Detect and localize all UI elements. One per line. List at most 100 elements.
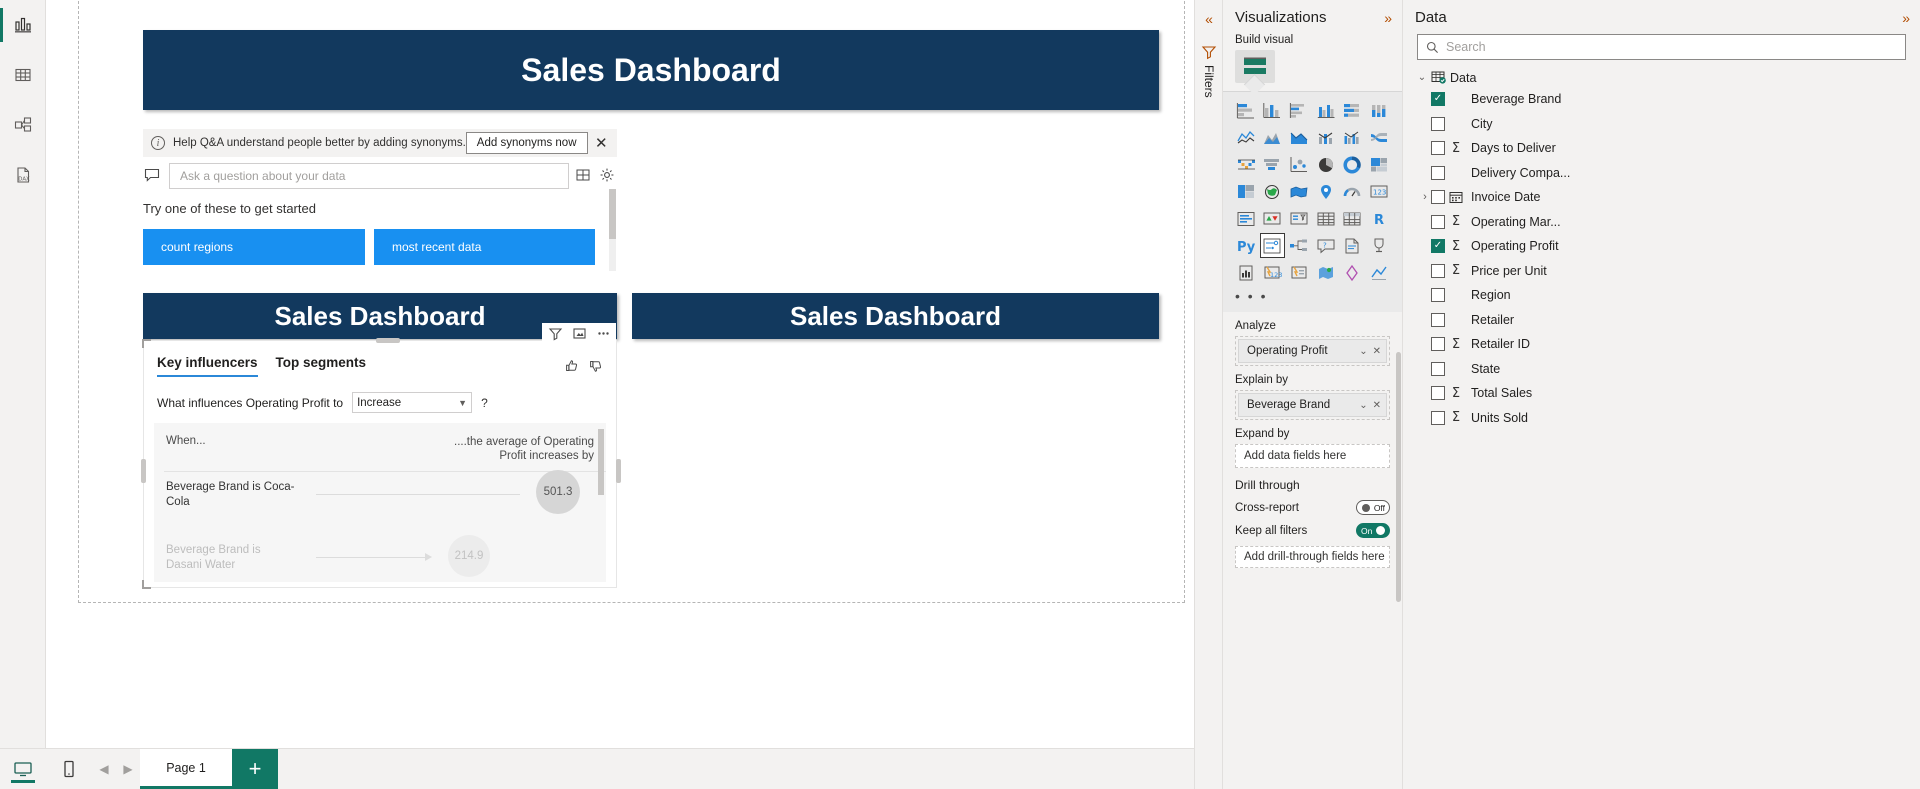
field-checkbox[interactable] (1431, 386, 1445, 401)
paginated-report-icon[interactable] (1233, 260, 1259, 285)
direction-select[interactable]: Increase ▼ (352, 392, 473, 413)
data-field-item[interactable]: Σ Operating Mar... (1403, 210, 1920, 235)
chevron-down-icon[interactable]: ⌄ (1359, 400, 1367, 411)
data-search-input[interactable]: Search (1417, 34, 1906, 60)
chevron-down-icon[interactable]: ⌄ (1413, 72, 1431, 83)
clustered-bar-chart-icon[interactable] (1286, 98, 1312, 123)
next-page-icon[interactable]: ▶ (116, 749, 140, 789)
donut-chart-icon[interactable] (1340, 152, 1366, 177)
field-checkbox[interactable] (1431, 190, 1445, 205)
add-page-button[interactable]: + (232, 749, 278, 789)
keep-all-filters-toggle[interactable]: On (1356, 523, 1390, 538)
resize-handle-left[interactable] (141, 459, 146, 483)
drill-through-well[interactable]: Add drill-through fields here (1235, 546, 1390, 568)
data-field-item[interactable]: Σ Total Sales (1403, 381, 1920, 406)
data-field-item[interactable]: Σ Units Sold (1403, 406, 1920, 431)
expand-pane-icon[interactable]: » (1384, 10, 1392, 26)
field-checkbox[interactable] (1431, 361, 1445, 376)
stacked-area-chart-icon[interactable] (1286, 125, 1312, 150)
tab-key-influencers[interactable]: Key influencers (157, 355, 258, 377)
more-options-icon[interactable] (592, 324, 614, 342)
influencer-row[interactable]: Beverage Brand is Coca-Cola 501.3 (166, 470, 600, 542)
key-influencers-icon[interactable] (1259, 233, 1286, 258)
clustered-column-chart-icon[interactable] (1313, 98, 1339, 123)
slicer-icon[interactable] (1286, 206, 1312, 231)
area-chart-icon[interactable] (1260, 125, 1286, 150)
expand-field-icon[interactable]: › (1417, 185, 1433, 209)
map-icon[interactable] (1233, 179, 1259, 204)
key-influencers-visual[interactable]: Key influencers Top segments What influe… (141, 323, 621, 589)
thumbs-up-icon[interactable] (565, 359, 579, 378)
banner-main[interactable]: Sales Dashboard (143, 30, 1159, 110)
explain-by-field-pill[interactable]: Beverage Brand ⌄ ✕ (1238, 393, 1387, 417)
influencer-value-bubble[interactable]: 501.3 (536, 470, 580, 514)
field-checkbox[interactable] (1431, 410, 1445, 425)
mobile-layout-icon[interactable] (46, 749, 92, 789)
influencer-row[interactable]: Beverage Brand is Dasani Water 214.9 (166, 535, 600, 582)
data-field-item[interactable]: Σ Days to Deliver (1403, 136, 1920, 161)
100-stacked-bar-chart-icon[interactable] (1340, 98, 1366, 123)
data-field-item[interactable]: Delivery Compa... (1403, 161, 1920, 186)
visualizations-pane-scrollbar[interactable] (1396, 352, 1401, 602)
page-tab-page-1[interactable]: Page 1 (140, 749, 232, 789)
expand-by-well[interactable]: Add data fields here (1235, 444, 1390, 468)
cross-report-toggle[interactable]: Off (1356, 500, 1390, 515)
analyze-field-pill[interactable]: Operating Profit ⌄ ✕ (1238, 339, 1387, 363)
filters-pane-toggle[interactable]: Filters (1195, 44, 1223, 98)
dax-query-view-icon[interactable]: DAX (0, 150, 46, 200)
pie-chart-icon[interactable] (1313, 152, 1339, 177)
field-checkbox[interactable] (1431, 214, 1445, 229)
qa-suggestion-chip[interactable]: most recent data (374, 229, 595, 265)
filled-map-icon[interactable] (1260, 179, 1286, 204)
data-tree-root[interactable]: ⌄ Data (1403, 68, 1920, 87)
field-checkbox[interactable] (1431, 92, 1445, 107)
ribbon-chart-icon[interactable] (1366, 125, 1392, 150)
banner-right[interactable]: Sales Dashboard (632, 293, 1159, 339)
data-field-item[interactable]: Invoice Date (1403, 185, 1920, 210)
resize-corner-top-left[interactable] (142, 339, 151, 348)
focus-mode-icon[interactable] (568, 324, 590, 342)
data-field-item[interactable]: Σ Price per Unit (1403, 259, 1920, 284)
resize-handle-top[interactable] (376, 338, 400, 343)
field-checkbox[interactable] (1431, 239, 1445, 254)
qa-visual-convert-icon[interactable] (575, 167, 593, 185)
filter-icon[interactable] (544, 324, 566, 342)
data-field-item[interactable]: Retailer (1403, 308, 1920, 333)
report-page[interactable]: Sales Dashboard i Help Q&A understand pe… (78, 0, 1185, 603)
arcgis-maps-icon[interactable] (1313, 260, 1339, 285)
thumbs-down-icon[interactable] (589, 359, 603, 378)
close-icon[interactable]: ✕ (594, 132, 609, 154)
get-more-visuals-icon[interactable] (1340, 260, 1366, 285)
resize-handle-right[interactable] (616, 459, 621, 483)
table-icon[interactable] (1313, 206, 1339, 231)
gauge-icon[interactable] (1340, 179, 1366, 204)
data-field-item[interactable]: Beverage Brand (1403, 87, 1920, 112)
field-checkbox[interactable] (1431, 116, 1445, 131)
line-and-column-icon[interactable] (1366, 260, 1392, 285)
line-stacked-column-chart-icon[interactable] (1313, 125, 1339, 150)
100-stacked-column-chart-icon[interactable] (1366, 98, 1392, 123)
data-field-item[interactable]: State (1403, 357, 1920, 382)
qa-scrollbar[interactable] (609, 189, 616, 271)
collapse-pane-icon[interactable]: « (1195, 0, 1223, 38)
card-icon[interactable]: 123 (1366, 179, 1392, 204)
line-clustered-column-chart-icon[interactable] (1340, 125, 1366, 150)
waterfall-chart-icon[interactable] (1233, 152, 1259, 177)
remove-field-icon[interactable]: ✕ (1373, 346, 1381, 357)
python-visual-icon[interactable]: Py (1233, 233, 1259, 258)
field-checkbox[interactable] (1431, 165, 1445, 180)
table-view-icon[interactable] (0, 50, 46, 100)
influencer-value-bubble[interactable]: 214.9 (448, 535, 490, 577)
help-icon[interactable]: ? (481, 396, 488, 410)
qa-suggestion-chip[interactable]: count regions (143, 229, 365, 265)
data-field-item[interactable]: Σ Retailer ID (1403, 332, 1920, 357)
field-checkbox[interactable] (1431, 141, 1445, 156)
data-field-item[interactable]: Σ Operating Profit (1403, 234, 1920, 259)
line-chart-icon[interactable] (1233, 125, 1259, 150)
stacked-column-chart-icon[interactable] (1260, 98, 1286, 123)
prev-page-icon[interactable]: ◀ (92, 749, 116, 789)
kpi-icon[interactable] (1260, 206, 1286, 231)
expand-pane-icon[interactable]: » (1902, 10, 1910, 26)
data-field-item[interactable]: City (1403, 112, 1920, 137)
add-synonyms-button[interactable]: Add synonyms now (465, 132, 588, 154)
